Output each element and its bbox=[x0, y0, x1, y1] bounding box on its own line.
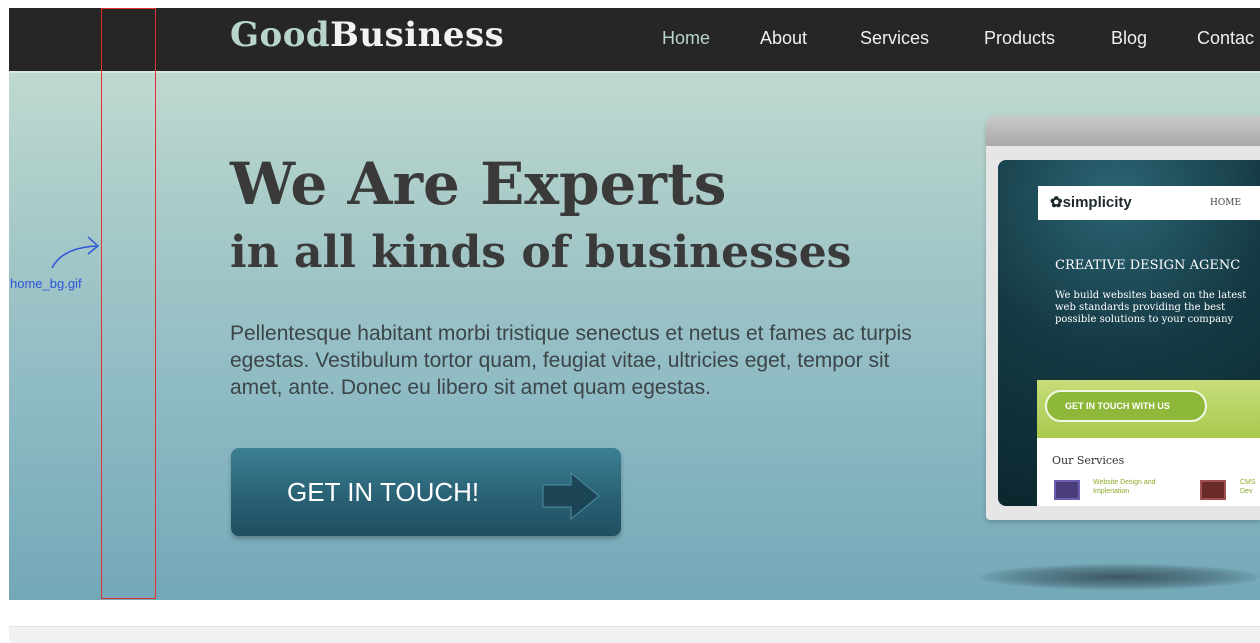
hero-description: Pellentesque habitant morbi tristique se… bbox=[230, 322, 912, 399]
cta-label: GET IN TOUCH! bbox=[287, 477, 480, 507]
mockup-cta-band: GET IN TOUCH WITH US bbox=[1037, 380, 1260, 438]
mockup-services-title: Our Services bbox=[1052, 454, 1125, 467]
site-logo[interactable]: GoodBusiness bbox=[230, 18, 504, 52]
nav-contact[interactable]: Contac bbox=[1197, 28, 1254, 48]
hero-subheadline: in all kinds of businesses bbox=[230, 227, 852, 278]
device-screen: ✿simplicity HOME CREATIVE DESIGN AGENC W… bbox=[998, 160, 1260, 506]
nav-about[interactable]: About bbox=[760, 28, 807, 48]
nav-blog[interactable]: Blog bbox=[1111, 28, 1147, 48]
mockup-service-2: CMS Dev bbox=[1240, 479, 1256, 495]
mockup-title: CREATIVE DESIGN AGENC bbox=[1055, 258, 1241, 273]
hero-headline: We Are Experts bbox=[230, 150, 727, 218]
arrow-right-icon bbox=[542, 471, 600, 521]
device-shadow bbox=[980, 564, 1260, 590]
mockup-nav-home: HOME bbox=[1210, 198, 1242, 208]
top-navbar bbox=[9, 8, 1260, 71]
nav-products[interactable]: Products bbox=[984, 28, 1055, 48]
mockup-logo: ✿simplicity bbox=[1050, 194, 1132, 211]
logo-part-business: Business bbox=[330, 15, 505, 55]
logo-part-good: Good bbox=[230, 15, 331, 55]
mockup-cta-label: GET IN TOUCH WITH US bbox=[1065, 401, 1170, 411]
device-top-bezel bbox=[986, 116, 1260, 146]
mockup-header: ✿simplicity HOME bbox=[1038, 186, 1260, 220]
hero-top-divider bbox=[9, 71, 1260, 73]
annotation-arrow-icon bbox=[51, 236, 100, 269]
annotation-label: home_bg.gif bbox=[10, 276, 82, 291]
mockup-service-1: Website Design and Implenation bbox=[1093, 479, 1156, 495]
mockup-services-area: Our Services Website Design and Implenat… bbox=[1037, 438, 1260, 506]
mockup-text: We build websites based on the latest we… bbox=[1055, 290, 1247, 325]
website-mockup-device: ✿simplicity HOME CREATIVE DESIGN AGENC W… bbox=[986, 116, 1260, 520]
mockup-cta-button: GET IN TOUCH WITH US bbox=[1045, 390, 1207, 422]
nav-services[interactable]: Services bbox=[860, 28, 929, 48]
get-in-touch-button[interactable]: GET IN TOUCH! bbox=[231, 448, 621, 536]
annotation-highlight-box bbox=[101, 8, 156, 599]
content-area-top bbox=[9, 626, 1260, 643]
nav-home[interactable]: Home bbox=[662, 28, 710, 48]
monitor-icon bbox=[1200, 480, 1226, 500]
monitor-icon bbox=[1054, 480, 1080, 500]
